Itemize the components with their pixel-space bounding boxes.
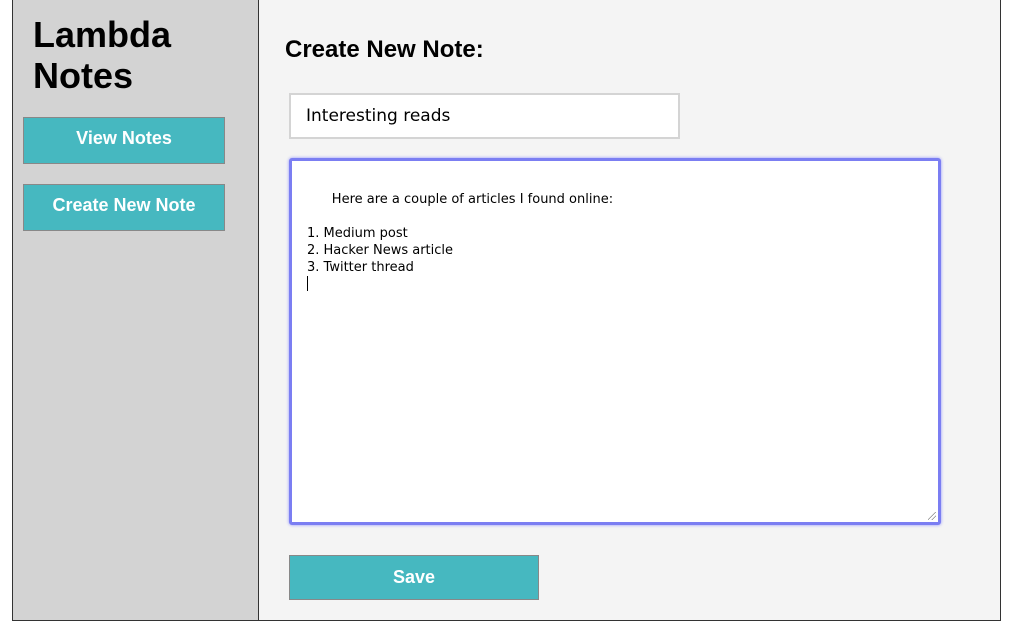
save-button[interactable]: Save [289,555,539,600]
page-title: Create New Note: [285,36,484,63]
main-content: Create New Note: Here are a couple of ar… [259,0,1000,620]
app-title: Lambda Notes [33,14,172,96]
create-new-note-button[interactable]: Create New Note [23,184,225,231]
text-caret [307,276,308,291]
note-body-textarea[interactable]: Here are a couple of articles I found on… [289,158,941,525]
app-window: Lambda Notes View Notes Create New Note … [12,0,1001,621]
note-title-input[interactable] [289,93,680,139]
view-notes-button[interactable]: View Notes [23,117,225,164]
note-body-text: Here are a couple of articles I found on… [307,192,614,275]
resize-grip-icon[interactable] [928,512,936,520]
sidebar: Lambda Notes View Notes Create New Note [13,0,259,620]
